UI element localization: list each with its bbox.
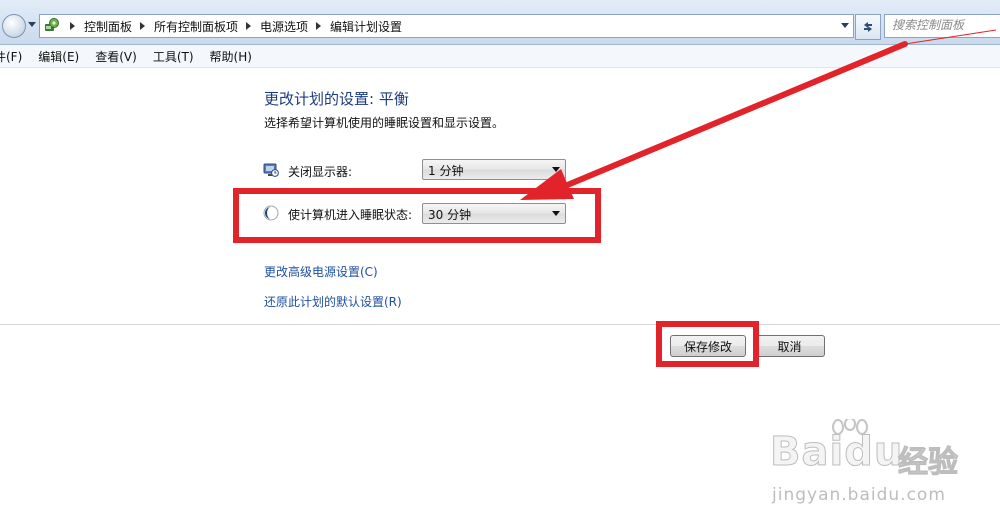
watermark-brand: Baidu	[769, 429, 904, 476]
watermark-url: jingyan.baidu.com	[772, 485, 946, 505]
baidu-jingyan-watermark: Baidu 经验 jingyan.baidu.com	[769, 419, 985, 515]
watermark-brand-cn: 经验	[898, 445, 959, 481]
